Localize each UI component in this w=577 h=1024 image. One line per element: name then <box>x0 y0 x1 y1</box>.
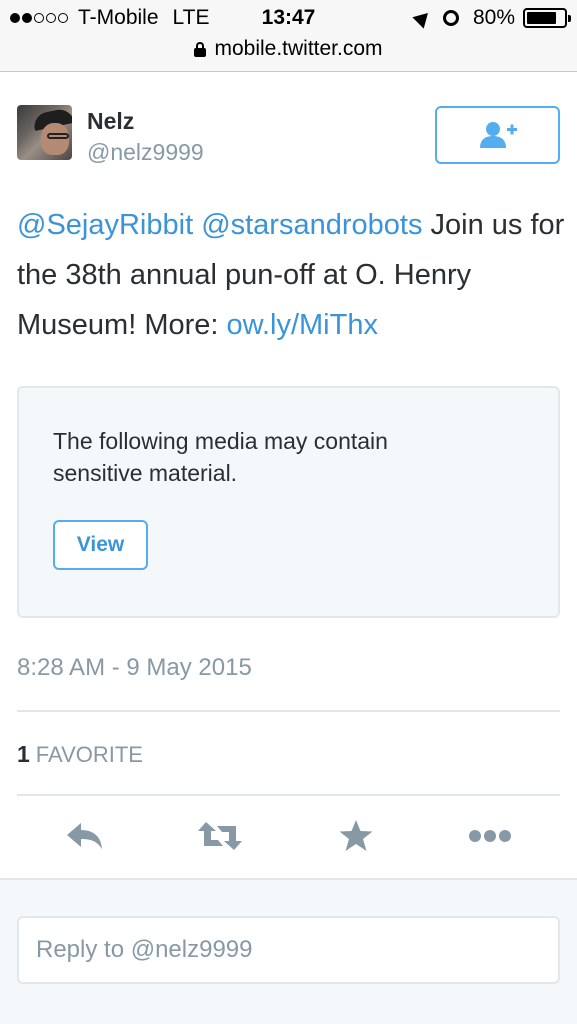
url-text: mobile.twitter.com <box>214 37 383 60</box>
follow-user-icon <box>479 122 517 148</box>
favorite-icon <box>339 820 373 851</box>
follow-button[interactable] <box>435 106 560 164</box>
more-icon <box>469 830 511 842</box>
alarm-icon <box>442 10 459 26</box>
location-icon <box>412 7 434 29</box>
favorite-button[interactable] <box>326 810 386 862</box>
avatar[interactable] <box>17 105 72 160</box>
view-media-button[interactable]: View <box>53 520 148 570</box>
reply-input[interactable] <box>17 916 560 984</box>
sensitive-media-card: The following media may contain sensitiv… <box>17 386 560 618</box>
favorite-label: FAVORITE <box>35 742 143 767</box>
divider <box>17 710 560 712</box>
reply-icon <box>67 823 102 849</box>
author-handle[interactable]: @nelz9999 <box>87 139 204 166</box>
retweet-icon <box>198 822 242 850</box>
more-button[interactable] <box>460 810 520 862</box>
tweet-timestamp[interactable]: 8:28 AM - 9 May 2015 <box>17 654 252 682</box>
tweet-text: @SejayRibbit @starsandrobots Join us for… <box>17 200 567 350</box>
status-right: 80% <box>412 6 571 30</box>
tweet-action-bar <box>0 810 577 862</box>
status-bar: T-Mobile LTE 13:47 80% mobile.twitter.co… <box>0 0 577 72</box>
reply-area <box>0 878 577 1024</box>
favorite-count: 1 <box>17 741 30 767</box>
reply-button[interactable] <box>55 810 115 862</box>
url-link[interactable]: ow.ly/MiThx <box>227 309 378 341</box>
favorite-stats[interactable]: 1 FAVORITE <box>17 741 143 768</box>
sensitive-media-warning: The following media may contain sensitiv… <box>53 428 388 486</box>
divider <box>17 794 560 796</box>
battery-level <box>527 12 556 24</box>
lock-icon <box>194 42 207 57</box>
battery-icon <box>523 8 571 28</box>
retweet-button[interactable] <box>190 810 250 862</box>
url-bar[interactable]: mobile.twitter.com <box>0 37 577 61</box>
author-name[interactable]: Nelz <box>87 108 134 135</box>
mention-link[interactable]: @SejayRibbit <box>17 209 193 241</box>
battery-percent: 80% <box>472 6 515 29</box>
mention-link[interactable]: @starsandrobots <box>201 209 422 241</box>
